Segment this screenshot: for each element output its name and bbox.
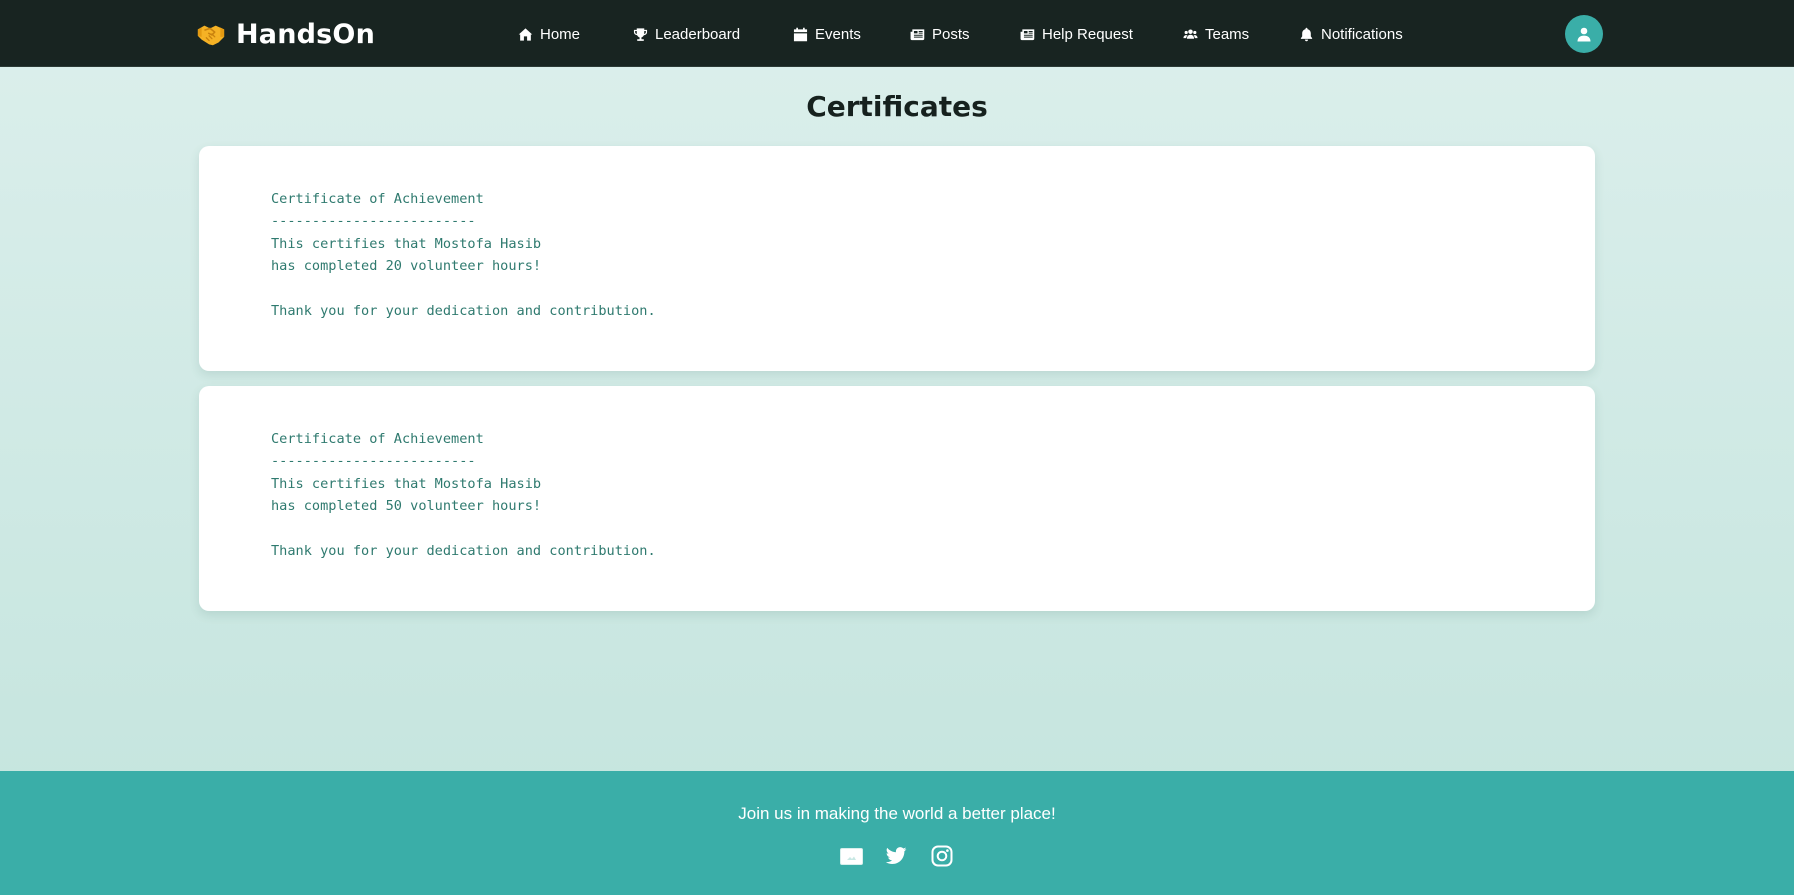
nav-item-label: Home [540, 25, 581, 43]
bell-icon [1300, 27, 1313, 41]
certificate-text: Certificate of Achievement -------------… [271, 431, 656, 560]
nav-item-label: Leaderboard [655, 25, 741, 43]
user-icon [1577, 27, 1591, 41]
home-icon [518, 27, 533, 41]
instagram-icon [931, 845, 953, 867]
site-footer: Join us in making the world a better pla… [0, 771, 1794, 895]
twitter-link[interactable] [883, 843, 909, 869]
nav-item-label: Help Request [1042, 25, 1133, 43]
twitter-icon [885, 847, 907, 865]
calendar-icon [793, 27, 808, 41]
page-title: Certificates [806, 90, 988, 123]
trophy-icon [633, 27, 648, 41]
certificate-text: Certificate of Achievement -------------… [271, 191, 656, 320]
main-nav: Home Leaderboard Events Posts Help Reque… [0, 0, 1794, 67]
footer-tagline: Join us in making the world a better pla… [738, 804, 1056, 823]
newspaper-icon [1020, 28, 1035, 40]
nav-item-teams[interactable]: Teams [1183, 23, 1249, 45]
facebook-link[interactable] [838, 843, 864, 869]
nav-item-home[interactable]: Home [518, 23, 580, 45]
user-avatar-button[interactable] [1565, 15, 1603, 53]
nav-item-label: Events [815, 25, 861, 43]
top-navbar: HandsOn Home Leaderboard Events Posts He… [0, 0, 1794, 67]
nav-item-help-request[interactable]: Help Request [1020, 23, 1133, 45]
nav-item-notifications[interactable]: Notifications [1299, 23, 1403, 45]
instagram-link[interactable] [929, 843, 955, 869]
nav-item-label: Posts [932, 25, 970, 43]
newspaper-icon [910, 28, 925, 40]
nav-item-events[interactable]: Events [793, 23, 861, 45]
nav-item-label: Notifications [1321, 25, 1403, 43]
facebook-icon [839, 847, 863, 865]
certificate-card: Certificate of Achievement -------------… [199, 146, 1595, 371]
nav-item-posts[interactable]: Posts [910, 23, 970, 45]
users-icon [1183, 28, 1198, 39]
nav-item-leaderboard[interactable]: Leaderboard [633, 23, 740, 45]
certificate-card: Certificate of Achievement -------------… [199, 386, 1595, 611]
nav-item-label: Teams [1205, 25, 1250, 43]
